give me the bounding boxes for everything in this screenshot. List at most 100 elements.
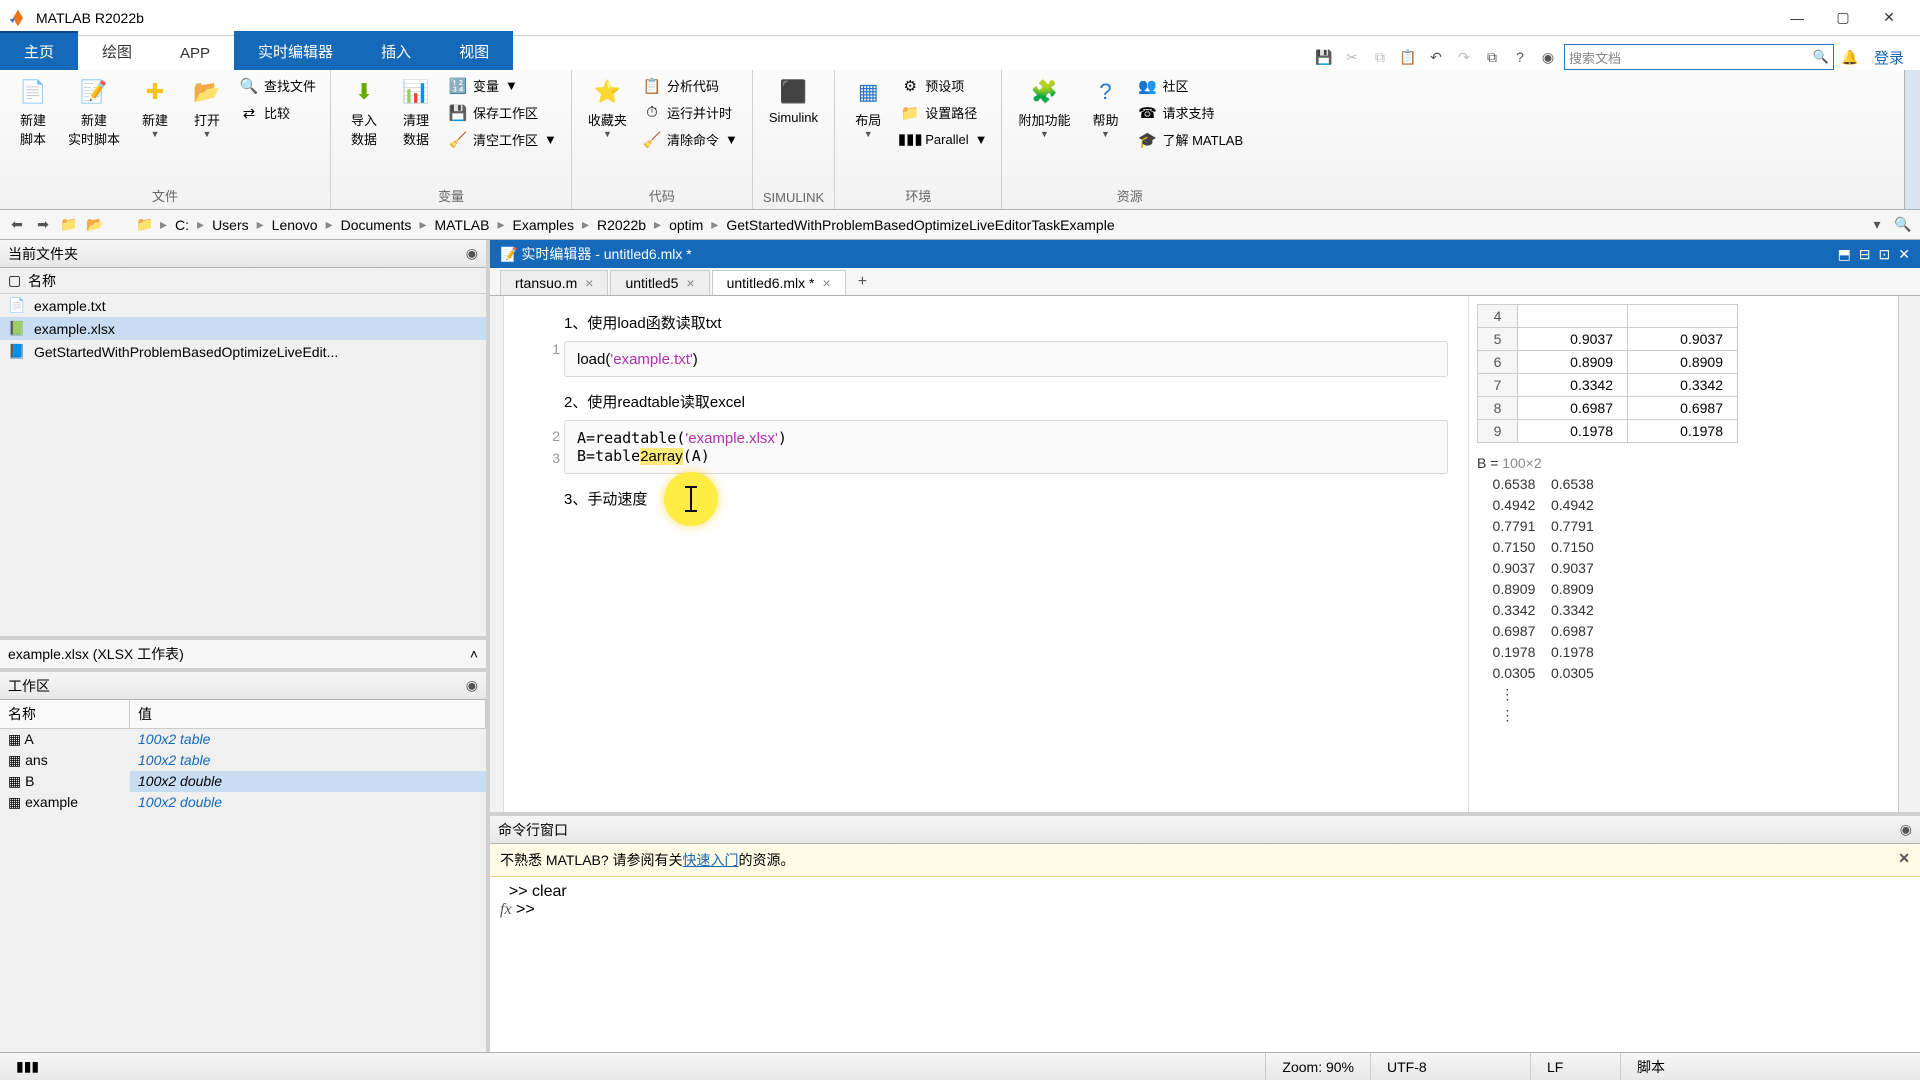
editor-tab[interactable]: rtansuo.m×: [500, 270, 608, 295]
tab-home[interactable]: 主页: [0, 31, 78, 70]
new-button[interactable]: ✚新建▼: [132, 74, 178, 143]
help-button[interactable]: ?帮助▼: [1082, 74, 1128, 143]
find-files-button[interactable]: 🔍查找文件: [236, 74, 320, 97]
up-folder-button[interactable]: 📁: [58, 214, 80, 236]
banner-close-icon[interactable]: ✕: [1898, 850, 1910, 870]
simulink-button[interactable]: ⬛Simulink: [763, 74, 824, 129]
maximize-icon[interactable]: ⊡: [1879, 246, 1891, 263]
support-button[interactable]: ☎请求支持: [1134, 101, 1247, 124]
panel-menu-icon[interactable]: ◉: [466, 245, 478, 262]
expand-icon[interactable]: ˄: [470, 646, 478, 662]
import-data-button[interactable]: ⬇导入 数据: [341, 74, 387, 152]
tab-apps[interactable]: APP: [156, 35, 234, 70]
paste-icon[interactable]: 📋: [1396, 45, 1420, 69]
layout-button[interactable]: ▦布局▼: [845, 74, 891, 143]
save-icon[interactable]: 💾: [1312, 45, 1336, 69]
panel-menu-icon[interactable]: ◉: [466, 677, 478, 694]
open-button[interactable]: 📂打开▼: [184, 74, 230, 143]
help-icon[interactable]: ?: [1508, 45, 1532, 69]
parallel-button[interactable]: ▮▮▮Parallel▼: [897, 128, 991, 150]
restore-icon[interactable]: ⬒: [1838, 246, 1851, 263]
save-workspace-button[interactable]: 💾保存工作区: [445, 101, 561, 124]
ws-col-value[interactable]: 值: [130, 700, 486, 728]
tab-live-editor[interactable]: 实时编辑器: [234, 31, 357, 70]
login-button[interactable]: 登录: [1866, 47, 1912, 68]
tab-view[interactable]: 视图: [435, 31, 513, 70]
clean-data-button[interactable]: 📊清理 数据: [393, 74, 439, 152]
favorites-button[interactable]: ⭐收藏夹▼: [582, 74, 633, 143]
command-window-input[interactable]: >> clear fx >>: [490, 877, 1920, 1052]
fx-icon[interactable]: fx: [500, 901, 512, 918]
quickstart-link[interactable]: 快速入门: [683, 850, 739, 870]
tab-insert[interactable]: 插入: [357, 31, 435, 70]
addons-button[interactable]: 🧩附加功能▼: [1012, 74, 1076, 143]
crumb[interactable]: Users: [208, 217, 253, 233]
community-icon[interactable]: ◉: [1536, 45, 1560, 69]
copy-icon[interactable]: ⧉: [1368, 45, 1392, 69]
editor-tab[interactable]: untitled5×: [610, 270, 709, 295]
status-mode[interactable]: 脚本: [1620, 1053, 1920, 1080]
tab-close-icon[interactable]: ×: [585, 275, 593, 291]
editor-tab[interactable]: untitled6.mlx *×: [712, 270, 846, 295]
breakpoint-gutter[interactable]: [490, 296, 504, 812]
code-block[interactable]: A=readtable('example.xlsx')B=table2array…: [564, 420, 1448, 474]
maximize-button[interactable]: ▢: [1820, 3, 1866, 33]
workspace-row[interactable]: ▦ A100x2 table: [0, 729, 486, 750]
new-tab-button[interactable]: +: [848, 269, 877, 295]
status-encoding[interactable]: UTF-8: [1370, 1053, 1530, 1080]
analyze-code-button[interactable]: 📋分析代码: [639, 74, 742, 97]
run-time-button[interactable]: ⏱运行并计时: [639, 101, 742, 124]
back-button[interactable]: ⬅: [6, 214, 28, 236]
crumb[interactable]: MATLAB: [430, 217, 493, 233]
text-line[interactable]: 1、使用load函数读取txt: [564, 312, 1448, 333]
code-block[interactable]: load('example.txt'): [564, 341, 1448, 377]
clear-workspace-button[interactable]: 🧹清空工作区▼: [445, 128, 561, 151]
crumb[interactable]: Lenovo: [268, 217, 322, 233]
crumb[interactable]: Examples: [508, 217, 577, 233]
status-eol[interactable]: LF: [1530, 1053, 1620, 1080]
addr-search-button[interactable]: 🔍: [1892, 214, 1914, 236]
clear-cmd-button[interactable]: 🧹清除命令▼: [639, 128, 742, 151]
set-path-button[interactable]: 📁设置路径: [897, 101, 991, 124]
workspace-row[interactable]: ▦ ans100x2 table: [0, 750, 486, 771]
browse-button[interactable]: 📂: [84, 214, 106, 236]
minimize-icon[interactable]: ⊟: [1859, 246, 1871, 263]
file-item[interactable]: 📄example.txt: [0, 294, 486, 317]
crumb[interactable]: GetStartedWithProblemBasedOptimizeLiveEd…: [722, 217, 1118, 233]
workspace-row[interactable]: ▦ B100x2 double: [0, 771, 486, 792]
learn-matlab-button[interactable]: 🎓了解 MATLAB: [1134, 128, 1247, 151]
search-docs-input[interactable]: 搜索文档 🔍: [1564, 44, 1834, 70]
switch-windows-icon[interactable]: ⧉: [1480, 45, 1504, 69]
col-name[interactable]: 名称: [28, 271, 56, 291]
status-zoom[interactable]: Zoom: 90%: [1265, 1053, 1370, 1080]
panel-menu-icon[interactable]: ◉: [1900, 821, 1912, 838]
variable-button[interactable]: 🔢变量▼: [445, 74, 561, 97]
tab-close-icon[interactable]: ×: [686, 275, 694, 291]
cut-icon[interactable]: ✂: [1340, 45, 1364, 69]
undo-icon[interactable]: ↶: [1424, 45, 1448, 69]
compare-button[interactable]: ⇄比较: [236, 101, 320, 124]
tab-plots[interactable]: 绘图: [78, 31, 156, 70]
forward-button[interactable]: ➡: [32, 214, 54, 236]
ribbon-collapse-button[interactable]: [1904, 70, 1920, 209]
file-item[interactable]: 📗example.xlsx: [0, 317, 486, 340]
live-output-area[interactable]: 4 50.90370.9037 60.89090.8909 70.33420.3…: [1468, 296, 1898, 812]
crumb[interactable]: R2022b: [593, 217, 650, 233]
redo-icon[interactable]: ↷: [1452, 45, 1476, 69]
text-line[interactable]: 3、手动速度: [564, 488, 1448, 509]
ws-col-name[interactable]: 名称: [0, 700, 130, 728]
minimize-button[interactable]: —: [1774, 3, 1820, 33]
community-button[interactable]: 👥社区: [1134, 74, 1247, 97]
new-script-button[interactable]: 📄新建 脚本: [10, 74, 56, 152]
crumb[interactable]: Documents: [337, 217, 416, 233]
new-live-script-button[interactable]: 📝新建 实时脚本: [62, 74, 126, 152]
close-icon[interactable]: ✕: [1898, 246, 1910, 263]
crumb[interactable]: C:: [171, 217, 193, 233]
preferences-button[interactable]: ⚙预设项: [897, 74, 991, 97]
tab-close-icon[interactable]: ×: [823, 275, 831, 291]
vertical-scrollbar[interactable]: [1898, 296, 1920, 812]
close-button[interactable]: ✕: [1866, 3, 1912, 33]
live-editor-area[interactable]: 1、使用load函数读取txt 1 load('example.txt') 2、…: [504, 296, 1468, 812]
file-item[interactable]: 📘GetStartedWithProblemBasedOptimizeLiveE…: [0, 340, 486, 363]
addr-dropdown-button[interactable]: ▾: [1866, 214, 1888, 236]
